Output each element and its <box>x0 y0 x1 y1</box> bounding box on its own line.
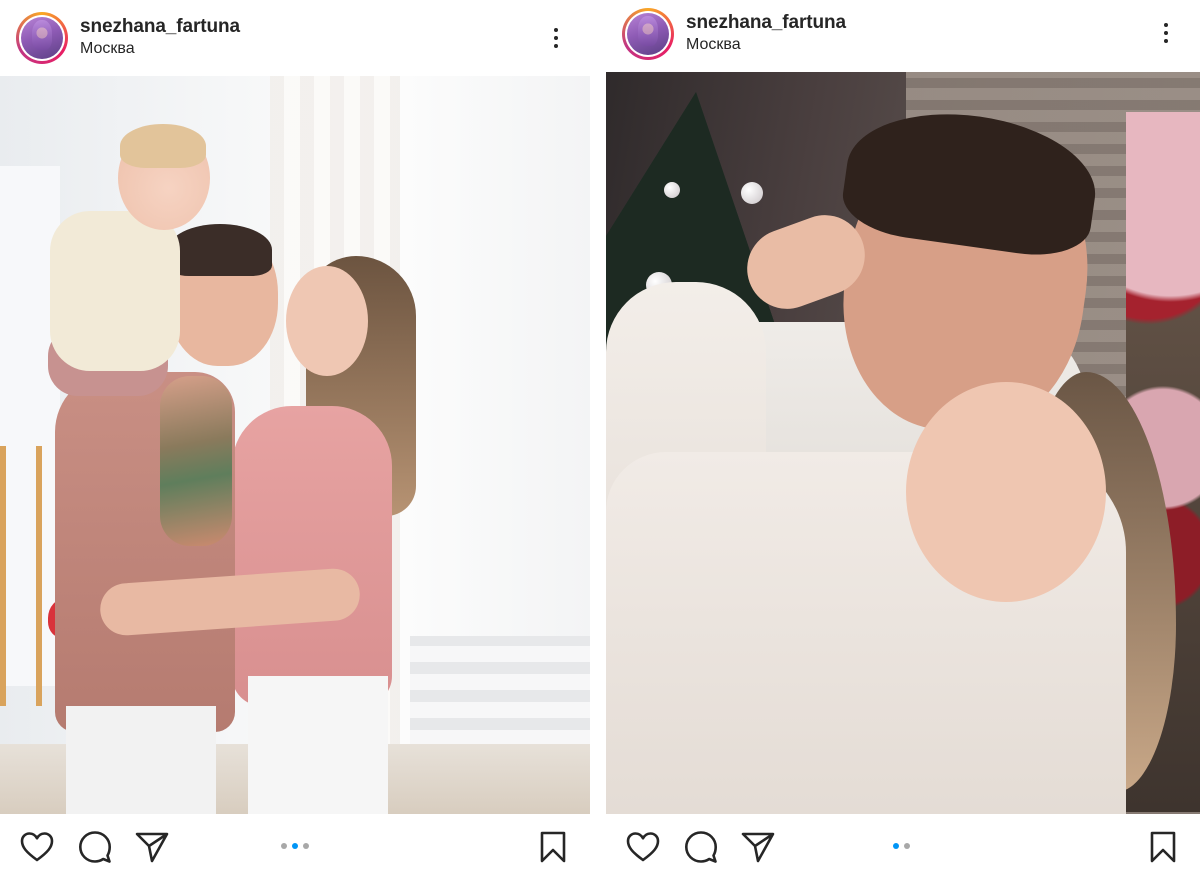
action-bar <box>606 814 1200 876</box>
username[interactable]: snezhana_fartuna <box>686 12 846 34</box>
heart-outline-icon[interactable] <box>626 830 660 864</box>
instagram-post-2: snezhana_fartuna Москва <box>606 0 1200 876</box>
heart-outline-icon[interactable] <box>20 830 54 864</box>
post-photo[interactable] <box>606 72 1200 814</box>
carousel-dot-active <box>292 843 298 849</box>
post-header: snezhana_fartuna Москва <box>0 0 590 76</box>
paper-plane-icon[interactable] <box>741 830 775 864</box>
paper-plane-icon[interactable] <box>135 830 169 864</box>
more-vertical-icon[interactable] <box>1154 19 1178 47</box>
avatar[interactable] <box>622 8 674 60</box>
more-vertical-icon[interactable] <box>544 24 568 52</box>
location[interactable]: Москва <box>80 39 240 59</box>
bookmark-outline-icon[interactable] <box>1146 830 1180 864</box>
comment-bubble-icon[interactable] <box>78 830 112 864</box>
post-photo[interactable] <box>0 76 590 814</box>
instagram-post-1: snezhana_fartuna Москва <box>0 0 590 876</box>
action-bar <box>0 814 590 876</box>
carousel-dot <box>303 843 309 849</box>
avatar[interactable] <box>16 12 68 64</box>
bookmark-outline-icon[interactable] <box>536 830 570 864</box>
user-block: snezhana_fartuna Москва <box>80 16 240 59</box>
carousel-dot-active <box>893 843 899 849</box>
comment-bubble-icon[interactable] <box>684 830 718 864</box>
user-block: snezhana_fartuna Москва <box>686 12 846 55</box>
carousel-dot <box>904 843 910 849</box>
carousel-dots <box>893 843 910 849</box>
avatar-photo <box>21 17 63 59</box>
username[interactable]: snezhana_fartuna <box>80 16 240 38</box>
post-header: snezhana_fartuna Москва <box>606 0 1200 72</box>
carousel-dots <box>281 843 309 849</box>
avatar-photo <box>627 13 669 55</box>
carousel-dot <box>281 843 287 849</box>
location[interactable]: Москва <box>686 35 846 55</box>
